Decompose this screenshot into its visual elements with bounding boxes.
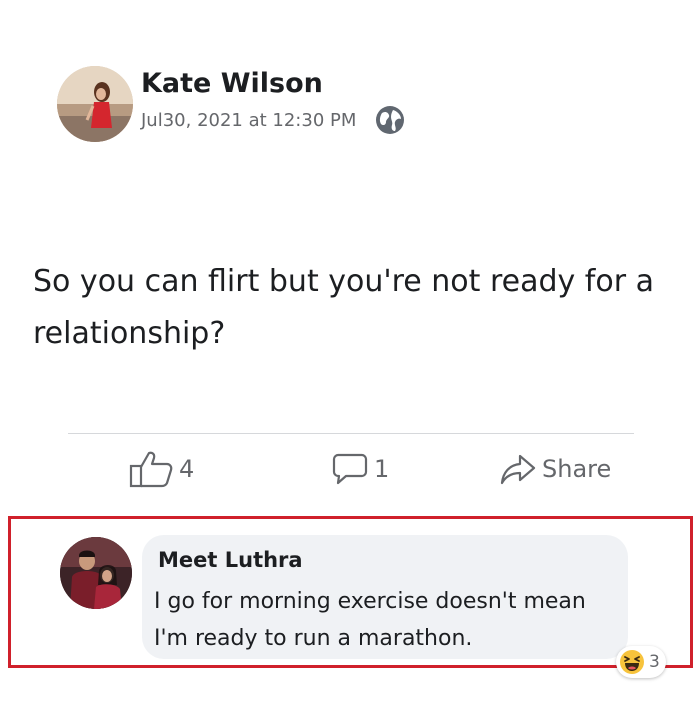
post-timestamp[interactable]: Jul30, 2021 at 12:30 PM [141, 110, 356, 131]
share-arrow-icon [500, 454, 536, 485]
author-avatar-image [57, 66, 133, 142]
author-avatar[interactable] [57, 66, 133, 142]
share-label: Share [542, 455, 612, 483]
comment-button[interactable]: 1 [332, 447, 389, 491]
thumbs-up-icon [129, 451, 173, 488]
commenter-name[interactable]: Meet Luthra [158, 548, 303, 572]
commenter-avatar-image [60, 537, 132, 609]
like-button[interactable]: 4 [129, 447, 194, 491]
post-meta: Jul30, 2021 at 12:30 PM [141, 106, 406, 134]
post-actions-bar: 4 1 Share [0, 447, 700, 491]
comment-count: 1 [374, 455, 390, 483]
like-count: 4 [179, 455, 195, 483]
comment-reaction-badge[interactable]: 3 [616, 646, 666, 678]
comment-bubble-icon [332, 453, 368, 485]
share-button[interactable]: Share [500, 447, 611, 491]
commenter-avatar[interactable] [60, 537, 132, 609]
laughing-face-icon [620, 650, 644, 674]
globe-icon [374, 104, 406, 136]
comment-bubble: Meet Luthra I go for morning exercise do… [142, 535, 628, 659]
comment-text: I go for morning exercise doesn't mean I… [154, 589, 586, 651]
highlighted-comment: Meet Luthra I go for morning exercise do… [8, 516, 693, 678]
reaction-count: 3 [649, 652, 660, 672]
post-divider [68, 433, 634, 434]
post-header: Kate Wilson Jul30, 2021 at 12:30 PM [57, 66, 557, 142]
post-body-text: So you can flirt but you're not ready fo… [33, 264, 654, 351]
author-name[interactable]: Kate Wilson [141, 68, 323, 99]
